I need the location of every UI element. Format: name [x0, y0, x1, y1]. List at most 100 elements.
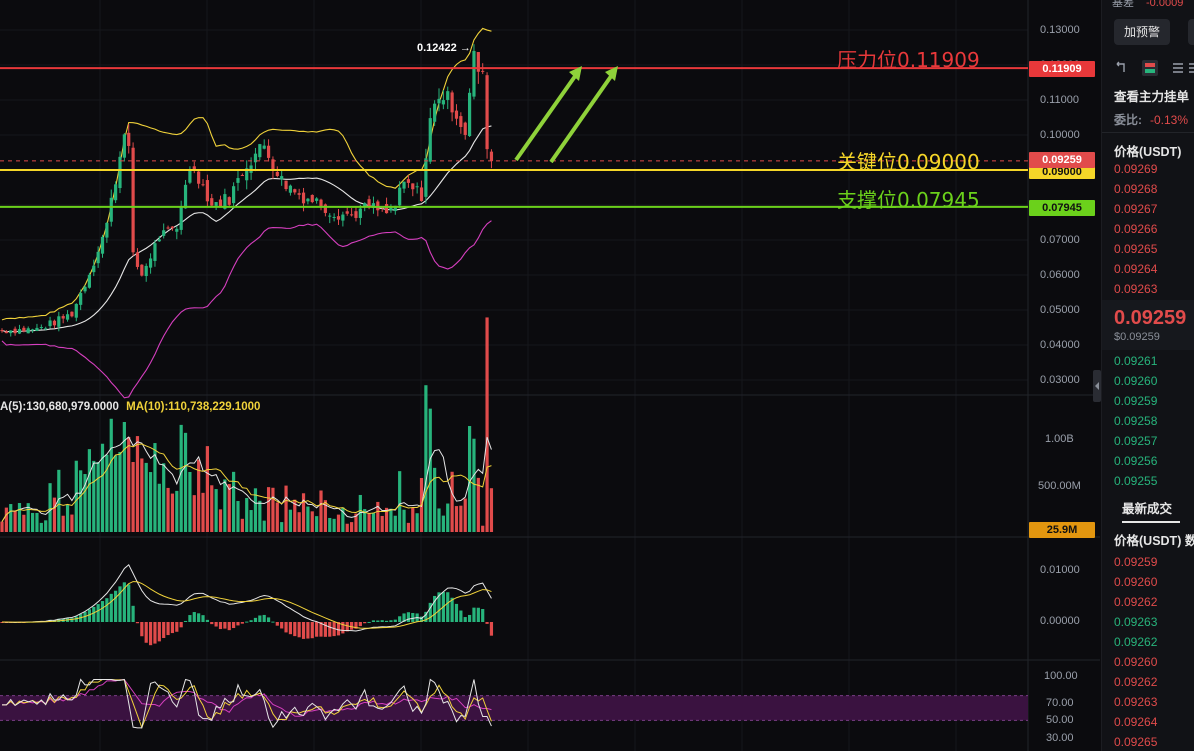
candle-body — [218, 199, 223, 207]
orderbook-both-icon[interactable] — [1142, 60, 1158, 76]
volume-bar — [310, 511, 314, 532]
candle-body — [389, 207, 393, 211]
back-icon[interactable] — [1114, 60, 1130, 76]
candle-body — [188, 170, 192, 183]
volume-bar — [245, 497, 249, 532]
rsi-band — [0, 695, 1028, 721]
candle-body — [109, 197, 113, 222]
macd-histogram-bar — [280, 622, 284, 629]
volume-bar — [188, 472, 192, 532]
macd-tick-zero: 0.00000 — [1040, 615, 1080, 627]
bid-row[interactable]: 0.09258 — [1114, 414, 1157, 428]
candle-body — [358, 208, 362, 218]
macd-histogram-bar — [301, 622, 306, 639]
candle-body — [437, 98, 441, 104]
macd-histogram-bar — [297, 622, 301, 638]
macd-histogram-bar — [192, 612, 196, 622]
candle-body — [345, 211, 349, 214]
macd-histogram-bar — [463, 617, 467, 622]
candle-body — [39, 327, 43, 329]
candle-body — [446, 91, 450, 100]
ask-row[interactable]: 0.09266 — [1114, 222, 1157, 236]
ask-row[interactable]: 0.09263 — [1114, 282, 1157, 296]
candle-body — [79, 292, 83, 305]
volume-bar — [214, 489, 218, 532]
macd-histogram-bar — [284, 622, 288, 633]
trade-row: 0.09260 — [1114, 655, 1158, 669]
volume-bar — [223, 479, 227, 532]
candle-body — [275, 171, 279, 176]
bid-row[interactable]: 0.09259 — [1114, 394, 1157, 408]
volume-bar — [266, 487, 271, 532]
volume-bar — [236, 501, 240, 532]
volume-bar — [336, 514, 341, 532]
candle-body — [0, 330, 4, 332]
candle-body — [201, 184, 205, 186]
macd-histogram-bar — [398, 616, 402, 622]
more-button[interactable] — [1188, 19, 1194, 45]
candle-body — [376, 201, 380, 211]
volume-bar — [70, 514, 74, 532]
bid-row[interactable]: 0.09260 — [1114, 374, 1157, 388]
ask-row[interactable]: 0.09264 — [1114, 262, 1157, 276]
macd-histogram-bar — [249, 620, 253, 622]
bid-row[interactable]: 0.09256 — [1114, 454, 1157, 468]
volume-bar — [48, 483, 52, 532]
volume-bar — [380, 515, 384, 532]
macd-histogram-bar — [201, 615, 205, 622]
candle-body — [61, 316, 65, 319]
macd-histogram-bar — [157, 622, 161, 642]
candle-body — [428, 118, 432, 162]
candle-body — [52, 320, 57, 326]
candle-body — [148, 258, 153, 268]
volume-bar — [0, 521, 4, 532]
ask-row[interactable]: 0.09268 — [1114, 182, 1157, 196]
volume-bar — [258, 500, 262, 532]
candle-body — [162, 230, 166, 236]
candle-body — [96, 251, 100, 264]
macd-histogram-bar — [450, 597, 454, 622]
trade-row: 0.09264 — [1114, 715, 1158, 729]
volume-bar — [428, 408, 432, 532]
volume-bar — [17, 503, 22, 532]
chart-area[interactable]: 0.12422 → 压力位0.11909 关键位0.09000 支撑位0.079… — [0, 0, 1101, 751]
bid-row[interactable]: 0.09257 — [1114, 434, 1157, 448]
volume-bar — [489, 488, 494, 532]
support-price-tag: 0.07945 — [1029, 200, 1095, 216]
volume-bar — [398, 471, 402, 532]
macd-histogram-bar — [218, 622, 223, 630]
volume-bar — [481, 525, 485, 532]
bid-row[interactable]: 0.09261 — [1114, 354, 1157, 368]
orderbook-asks-icon[interactable] — [1170, 60, 1186, 76]
macd-histogram-bar — [175, 622, 179, 632]
view-main-orders-link[interactable]: 查看主力挂单 — [1114, 86, 1189, 105]
macd-histogram-bar — [258, 615, 262, 622]
candle-body — [26, 328, 30, 334]
bid-row[interactable]: 0.09255 — [1114, 474, 1157, 488]
volume-bar — [92, 460, 96, 532]
candlestick-chart[interactable] — [0, 0, 1100, 751]
tab-latest-trades[interactable]: 最新成交 — [1122, 498, 1172, 517]
candle-body — [481, 70, 485, 72]
volume-bar — [162, 463, 166, 532]
candle-body — [205, 180, 209, 202]
support-label: 支撑位0.07945 — [837, 188, 980, 212]
volume-bar — [371, 513, 376, 532]
rsi-tick-30: 30.00 — [1046, 732, 1074, 744]
candle-body — [87, 274, 91, 288]
orderbook-bids-icon[interactable] — [1186, 60, 1194, 76]
macd-histogram-bar — [170, 622, 175, 634]
collapse-panel-handle[interactable] — [1093, 370, 1101, 402]
ask-row[interactable]: 0.09265 — [1114, 242, 1157, 256]
ask-row[interactable]: 0.09267 — [1114, 202, 1157, 216]
volume-ma-legend: A(5):130,680,979.0000 MA(10):110,738,229… — [0, 401, 260, 413]
price-tick: 0.11000 — [1040, 94, 1079, 106]
candle-body — [57, 316, 61, 327]
ask-row[interactable]: 0.09269 — [1114, 162, 1157, 176]
macd-histogram-bar — [489, 622, 494, 636]
volume-bar — [459, 505, 463, 532]
macd-histogram-bar — [476, 607, 480, 622]
volume-bar — [201, 492, 205, 532]
volume-bar — [271, 487, 275, 532]
add-alert-button[interactable]: 加预警 — [1114, 19, 1170, 45]
